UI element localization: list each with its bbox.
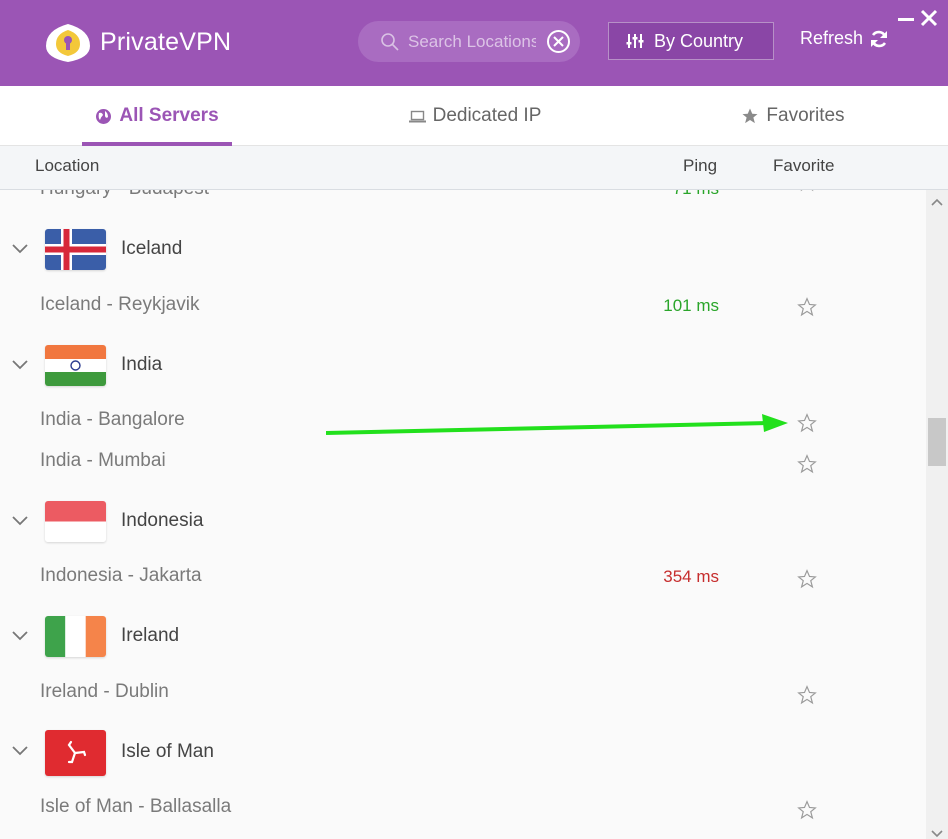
tab-label: Favorites — [766, 105, 845, 126]
refresh-button[interactable]: Refresh — [800, 28, 889, 49]
column-location[interactable]: Location — [35, 156, 99, 176]
favorite-star-icon[interactable] — [797, 800, 817, 820]
country-name: India — [121, 354, 163, 375]
server-name: India - Mumbai — [40, 450, 166, 471]
clear-search-button[interactable] — [547, 30, 570, 53]
server-list: Hungary - Budapest 71 ms Iceland Iceland… — [0, 190, 926, 839]
favorite-star-icon[interactable] — [797, 685, 817, 705]
server-row[interactable]: Ireland - Dublin — [0, 681, 926, 709]
refresh-label: Refresh — [800, 28, 864, 48]
app-logo: PrivateVPN — [42, 20, 231, 64]
star-icon — [741, 107, 759, 125]
search-input[interactable] — [408, 31, 536, 52]
country-name: Isle of Man — [121, 741, 214, 762]
vertical-scrollbar[interactable] — [926, 190, 948, 839]
chevron-down-icon[interactable] — [12, 746, 28, 756]
flag-ireland — [45, 616, 106, 657]
search-box[interactable] — [358, 21, 580, 62]
app-header: PrivateVPN By Country Refresh — [0, 0, 948, 86]
flag-indonesia — [45, 501, 106, 542]
column-header: Location Ping Favorite — [0, 146, 948, 190]
refresh-icon — [871, 30, 888, 47]
country-row-isle-of-man[interactable]: Isle of Man — [0, 728, 926, 778]
sort-label: By Country — [654, 30, 744, 51]
column-ping[interactable]: Ping — [683, 156, 717, 176]
favorite-star-icon[interactable] — [797, 569, 817, 589]
server-row[interactable]: India - Mumbai — [0, 450, 926, 478]
shield-lock-icon — [46, 24, 90, 62]
scroll-up-icon[interactable] — [931, 198, 943, 206]
chevron-down-icon[interactable] — [12, 516, 28, 526]
laptop-icon — [408, 110, 426, 123]
country-row-iceland[interactable]: Iceland — [0, 226, 926, 274]
tab-dedicated-ip[interactable]: Dedicated IP — [400, 86, 550, 146]
server-row[interactable]: Hungary - Budapest 71 ms — [0, 190, 926, 202]
flag-india — [45, 345, 106, 386]
sort-by-country-button[interactable]: By Country — [608, 22, 774, 60]
chevron-down-icon[interactable] — [12, 631, 28, 641]
minimize-button[interactable] — [898, 18, 914, 21]
close-icon — [553, 36, 564, 47]
country-row-india[interactable]: India — [0, 342, 926, 390]
country-row-indonesia[interactable]: Indonesia — [0, 498, 926, 546]
server-name: Ireland - Dublin — [40, 681, 169, 702]
ping-value: 101 ms — [663, 296, 719, 315]
sliders-icon — [626, 34, 644, 48]
tab-bar: All Servers Dedicated IP Favorites — [0, 86, 948, 146]
flag-isle-of-man — [45, 730, 106, 776]
server-name: Indonesia - Jakarta — [40, 565, 202, 586]
ping-value: 71 ms — [673, 190, 719, 199]
server-name: Isle of Man - Ballasalla — [40, 796, 232, 817]
ping-value: 354 ms — [663, 567, 719, 586]
server-name: India - Bangalore — [40, 409, 185, 430]
country-row-ireland[interactable]: Ireland — [0, 613, 926, 661]
flag-iceland — [45, 229, 106, 270]
scroll-thumb[interactable] — [928, 418, 946, 466]
globe-icon — [95, 108, 112, 125]
country-name: Ireland — [121, 625, 180, 646]
close-window-icon[interactable] — [919, 8, 939, 28]
favorite-star-icon[interactable] — [797, 297, 817, 317]
favorite-star-icon[interactable] — [797, 454, 817, 474]
tab-all-servers[interactable]: All Servers — [82, 86, 232, 146]
tab-label: Dedicated IP — [432, 105, 542, 126]
favorite-star-icon[interactable] — [797, 190, 817, 192]
server-row[interactable]: Isle of Man - Ballasalla — [0, 796, 926, 824]
column-favorite[interactable]: Favorite — [773, 156, 834, 176]
favorite-star-icon[interactable] — [797, 413, 817, 433]
search-icon — [381, 32, 399, 51]
scroll-down-icon[interactable] — [931, 830, 943, 838]
server-row[interactable]: India - Bangalore — [0, 409, 926, 437]
server-name: Iceland - Reykjavik — [40, 294, 200, 315]
tab-favorites[interactable]: Favorites — [733, 86, 853, 146]
server-name: Hungary - Budapest — [40, 190, 209, 200]
server-row[interactable]: Indonesia - Jakarta 354 ms — [0, 565, 926, 593]
server-row[interactable]: Iceland - Reykjavik 101 ms — [0, 294, 926, 322]
country-name: Indonesia — [121, 510, 204, 531]
tab-label: All Servers — [119, 105, 219, 126]
app-name: PrivateVPN — [100, 27, 232, 56]
country-name: Iceland — [121, 238, 183, 259]
chevron-down-icon[interactable] — [12, 244, 28, 254]
chevron-down-icon[interactable] — [12, 360, 28, 370]
